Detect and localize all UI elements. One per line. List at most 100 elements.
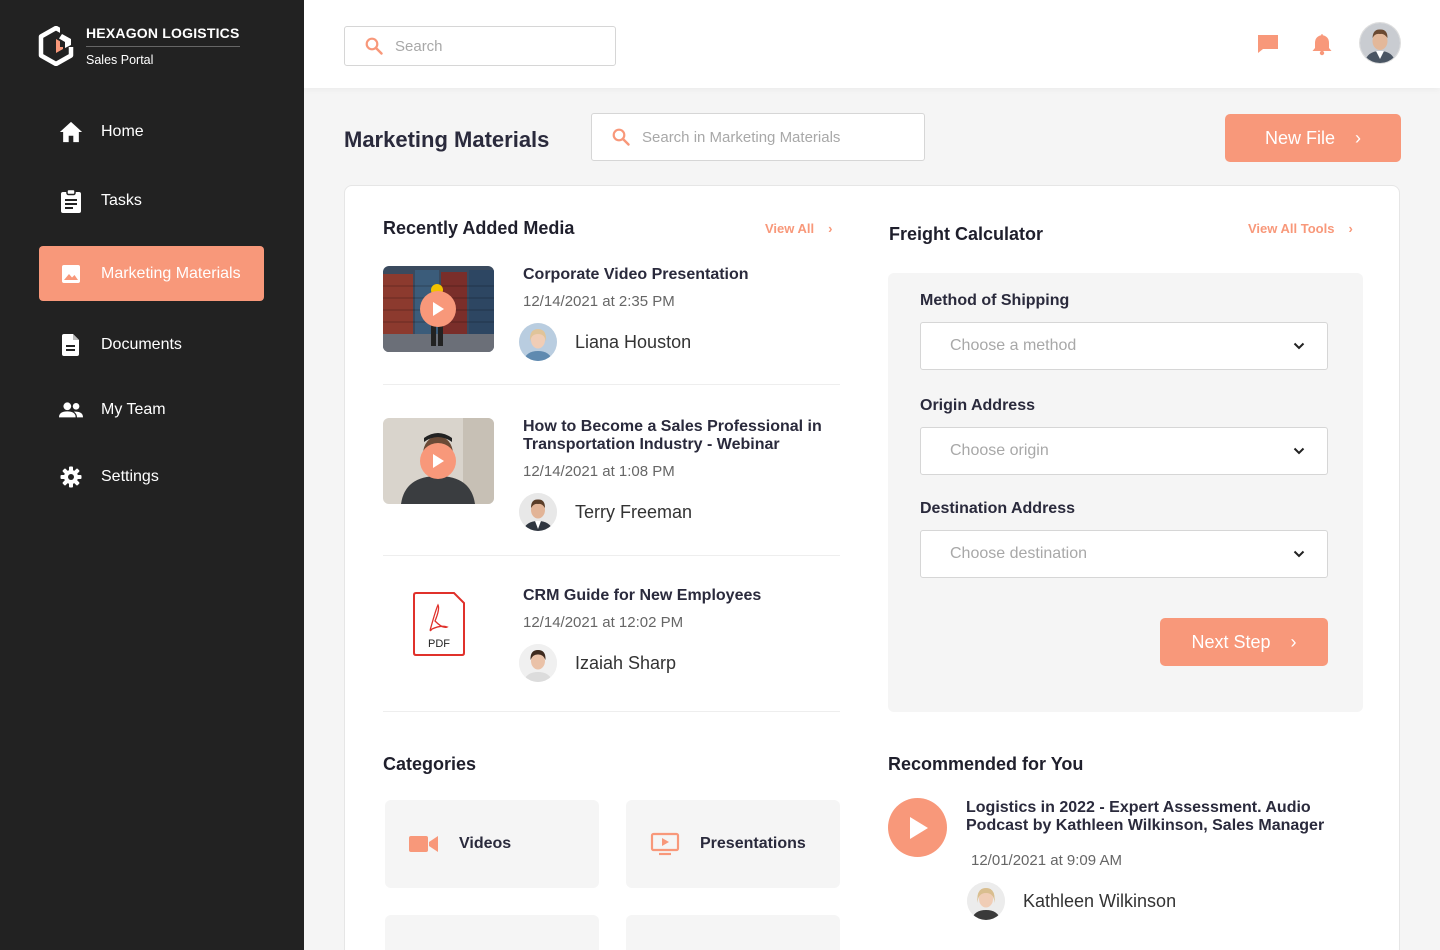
next-step-button[interactable]: Next Step › [1160, 618, 1328, 666]
recommended-item-author: Kathleen Wilkinson [967, 882, 1176, 920]
view-all-media-link[interactable]: View All › [765, 221, 832, 236]
sidebar-item-my-team[interactable]: My Team [39, 382, 264, 437]
chevron-down-icon [1293, 550, 1305, 558]
recommended-item-title[interactable]: Logistics in 2022 - Expert Assessment. A… [966, 799, 1336, 835]
document-icon [59, 333, 83, 357]
video-thumbnail[interactable] [383, 266, 494, 352]
media-author: Terry Freeman [519, 493, 692, 531]
sidebar-item-tasks[interactable]: Tasks [39, 173, 264, 228]
origin-select-value: Choose origin [950, 442, 1049, 459]
author-name: Kathleen Wilkinson [1023, 890, 1177, 911]
new-file-label: New File [1264, 127, 1335, 148]
view-all-tools-link[interactable]: View All Tools › [1248, 221, 1353, 236]
divider [383, 711, 840, 712]
media-item[interactable]: PDF CRM Guide for New Employees 12/14/20… [383, 587, 840, 687]
method-select[interactable]: Choose a method [920, 322, 1328, 370]
play-icon[interactable] [420, 443, 456, 479]
category-label: Presentations [700, 835, 806, 852]
media-title[interactable]: Corporate Video Presentation [523, 266, 833, 284]
play-icon[interactable] [888, 798, 947, 857]
video-camera-icon [409, 836, 438, 852]
chevron-right-icon: › [1290, 631, 1297, 652]
sidebar-item-label: Settings [101, 467, 159, 485]
sidebar-item-label: Home [101, 122, 144, 140]
media-title[interactable]: CRM Guide for New Employees [523, 587, 833, 605]
category-videos[interactable]: Videos [385, 800, 599, 888]
sidebar-item-label: Documents [101, 335, 182, 353]
page-title: Marketing Materials [344, 127, 550, 152]
divider [383, 555, 840, 556]
avatar [519, 493, 557, 531]
sidebar-item-label: My Team [101, 400, 166, 418]
image-icon [59, 262, 83, 286]
media-item[interactable]: Corporate Video Presentation 12/14/2021 … [383, 266, 840, 366]
avatar [967, 882, 1005, 920]
media-item[interactable]: How to Become a Sales Professional in Tr… [383, 418, 840, 531]
sidebar-item-settings[interactable]: Settings [39, 449, 264, 504]
video-thumbnail[interactable] [383, 418, 494, 504]
new-file-button[interactable]: New File › [1225, 114, 1401, 162]
gear-icon [59, 465, 83, 489]
play-icon[interactable] [420, 291, 456, 327]
method-select-value: Choose a method [950, 337, 1077, 354]
origin-label: Origin Address [920, 397, 1035, 414]
sidebar-item-home[interactable]: Home [39, 104, 264, 159]
chevron-right-icon: › [828, 221, 833, 236]
avatar [519, 644, 557, 682]
search-input[interactable] [395, 37, 595, 55]
chat-icon[interactable] [1256, 32, 1280, 56]
bell-icon[interactable] [1310, 32, 1334, 56]
sidebar-item-label: Marketing Materials [101, 264, 241, 282]
destination-label: Destination Address [920, 500, 1075, 517]
media-author: Izaiah Sharp [519, 644, 676, 682]
destination-select-value: Choose destination [950, 545, 1087, 562]
clipboard-icon [59, 188, 83, 213]
pdf-file-icon [413, 592, 465, 656]
hexagon-logo-icon [38, 26, 74, 66]
author-name: Liana Houston [575, 331, 692, 352]
search-icon [365, 37, 383, 55]
origin-select[interactable]: Choose origin [920, 427, 1328, 475]
sidebar-item-documents[interactable]: Documents [39, 317, 264, 372]
materials-search-input[interactable] [642, 128, 902, 146]
media-date: 12/14/2021 at 1:08 PM [523, 463, 675, 480]
global-search[interactable] [344, 26, 616, 66]
chevron-right-icon: › [1348, 221, 1353, 236]
media-author: Liana Houston [519, 323, 691, 361]
category-tile[interactable] [385, 915, 599, 950]
recommended-item-date: 12/01/2021 at 9:09 AM [971, 852, 1122, 869]
recent-media-title: Recently Added Media [383, 218, 575, 238]
sidebar-item-marketing-materials[interactable]: Marketing Materials [39, 246, 264, 301]
view-all-label: View All [765, 221, 815, 236]
home-icon [59, 120, 83, 144]
media-date: 12/14/2021 at 12:02 PM [523, 614, 684, 631]
chevron-down-icon [1293, 342, 1305, 350]
category-label: Videos [459, 835, 512, 852]
author-name: Izaiah Sharp [575, 652, 677, 673]
divider [383, 384, 840, 385]
media-title[interactable]: How to Become a Sales Professional in Tr… [523, 418, 833, 454]
categories-title: Categories [383, 754, 477, 774]
sidebar: HEXAGON LOGISTICS Sales Portal Home Task… [0, 0, 304, 950]
brand[interactable]: HEXAGON LOGISTICS Sales Portal [38, 25, 240, 67]
sidebar-item-label: Tasks [101, 191, 142, 209]
destination-select[interactable]: Choose destination [920, 530, 1328, 578]
media-date: 12/14/2021 at 2:35 PM [523, 293, 675, 310]
next-step-label: Next Step [1191, 631, 1271, 652]
pdf-label: PDF [428, 638, 450, 650]
top-bar [304, 0, 1440, 88]
chevron-down-icon [1293, 447, 1305, 455]
materials-search[interactable] [591, 113, 925, 161]
category-tile[interactable] [626, 915, 840, 950]
avatar [519, 323, 557, 361]
presentation-icon [650, 832, 680, 856]
chevron-right-icon: › [1355, 127, 1361, 148]
brand-subtitle: Sales Portal [86, 53, 154, 67]
recommended-title: Recommended for You [888, 754, 1084, 774]
view-all-tools-label: View All Tools [1248, 221, 1335, 236]
pdf-thumbnail[interactable]: PDF [383, 591, 494, 677]
author-name: Terry Freeman [575, 501, 693, 522]
category-presentations[interactable]: Presentations [626, 800, 840, 888]
search-icon [612, 128, 630, 146]
user-avatar[interactable] [1360, 23, 1400, 63]
